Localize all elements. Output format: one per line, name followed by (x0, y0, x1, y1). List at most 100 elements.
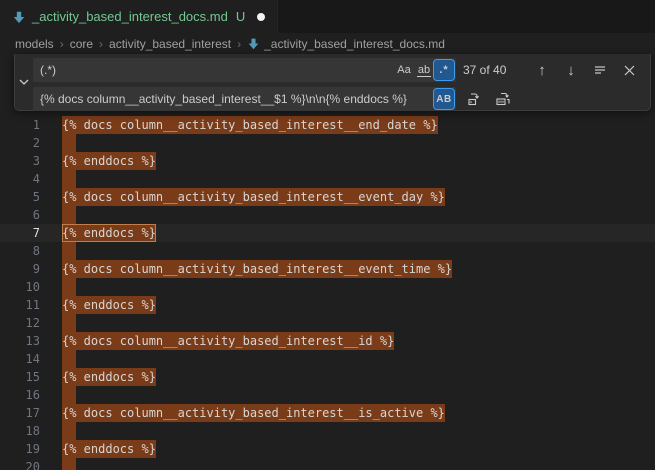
line-text[interactable]: {% enddocs %} (62, 368, 156, 386)
line-number: 10 (0, 278, 40, 296)
empty-line-match-highlight (62, 350, 76, 368)
editor-tab[interactable]: _activity_based_interest_docs.md U (0, 0, 278, 33)
find-in-selection-button[interactable] (589, 59, 611, 81)
line-text[interactable] (62, 350, 76, 368)
breadcrumb-item-models[interactable]: models (15, 37, 54, 51)
match-count: 37 of 40 (463, 63, 515, 77)
tab-bar: _activity_based_interest_docs.md U (0, 0, 655, 33)
current-find-match: {% enddocs %} (62, 224, 156, 242)
close-find-button[interactable] (618, 59, 640, 81)
editor-line[interactable]: 15 {% enddocs %} (0, 368, 655, 386)
line-number: 6 (0, 206, 40, 224)
tab-filename: _activity_based_interest_docs.md (32, 9, 228, 24)
line-text[interactable]: {% enddocs %} (62, 296, 156, 314)
line-number: 4 (0, 170, 40, 188)
replace-row: {% docs column__activity_based_interest_… (33, 87, 644, 111)
editor-line[interactable]: 5 {% docs column__activity_based_interest… (0, 188, 655, 206)
editor-line[interactable]: 11 {% enddocs %} (0, 296, 655, 314)
line-number: 15 (0, 368, 40, 386)
line-number: 14 (0, 350, 40, 368)
line-text[interactable]: {% enddocs %} (62, 224, 156, 242)
line-text[interactable]: {% enddocs %} (62, 440, 156, 458)
preserve-case-button[interactable]: AB (434, 89, 454, 109)
editor-line[interactable]: 19{% enddocs %} (0, 440, 655, 458)
replace-input[interactable]: {% docs column__activity_based_interest_… (33, 87, 456, 111)
line-text[interactable] (62, 278, 76, 296)
find-row: (.*) Aa ab .* 37 of 40 ↑ ↓ (33, 58, 644, 82)
line-number: 5 (0, 188, 40, 206)
editor-line[interactable]: 12 (0, 314, 655, 332)
line-number: 7 (0, 224, 40, 242)
line-number: 17 (0, 404, 40, 422)
next-match-button[interactable]: ↓ (560, 59, 582, 81)
breadcrumb-item-activity-based-interest[interactable]: activity_based_interest (109, 37, 231, 51)
line-text[interactable] (62, 386, 76, 404)
breadcrumb-item-core[interactable]: core (70, 37, 93, 51)
line-text[interactable] (62, 458, 76, 470)
find-match: {% enddocs %} (62, 440, 156, 458)
line-text[interactable]: {% docs column__activity_based_interest_… (62, 260, 452, 278)
whole-word-button[interactable]: ab (414, 60, 434, 80)
chevron-right-icon: › (60, 37, 64, 51)
editor-line[interactable]: 2 (0, 134, 655, 152)
empty-line-match-highlight (62, 278, 76, 296)
replace-button[interactable] (463, 88, 485, 110)
line-text[interactable] (62, 314, 76, 332)
editor-line[interactable]: 18 (0, 422, 655, 440)
editor: (.*) Aa ab .* 37 of 40 ↑ ↓ (0, 54, 655, 470)
line-text[interactable]: {% docs column__activity_based_interest_… (62, 332, 394, 350)
line-text[interactable] (62, 206, 76, 224)
line-number: 12 (0, 314, 40, 332)
unsaved-changes-dot[interactable] (257, 13, 265, 21)
editor-line[interactable]: 13{% docs column__activity_based_interes… (0, 332, 655, 350)
find-match: {% enddocs %} (62, 368, 156, 386)
previous-match-button[interactable]: ↑ (531, 59, 553, 81)
find-match: {% enddocs %} (62, 152, 156, 170)
line-text[interactable]: {% docs column__activity_based_interest_… (62, 404, 445, 422)
editor-line[interactable]: 9 {% docs column__activity_based_interest… (0, 260, 655, 278)
line-text[interactable]: {% enddocs %} (62, 152, 156, 170)
line-number: 11 (0, 296, 40, 314)
editor-line[interactable]: 7 {% enddocs %} (0, 224, 655, 242)
line-number: 3 (0, 152, 40, 170)
selection-icon (593, 63, 607, 77)
editor-line[interactable]: 20 (0, 458, 655, 470)
replace-all-button[interactable] (492, 88, 514, 110)
code-area[interactable]: 1{% docs column__activity_based_interest… (0, 116, 655, 470)
line-number: 18 (0, 422, 40, 440)
editor-line[interactable]: 16 (0, 386, 655, 404)
find-match: {% docs column__activity_based_interest_… (62, 116, 438, 134)
toggle-replace-button[interactable] (15, 54, 33, 110)
editor-line[interactable]: 3 {% enddocs %} (0, 152, 655, 170)
editor-line[interactable]: 6 (0, 206, 655, 224)
editor-line[interactable]: 4 (0, 170, 655, 188)
breadcrumb-item-file[interactable]: _activity_based_interest_docs.md (247, 37, 445, 51)
editor-line[interactable]: 17 {% docs column__activity_based_interes… (0, 404, 655, 422)
git-status-badge: U (236, 9, 245, 24)
line-text[interactable] (62, 242, 76, 260)
markdown-file-icon (12, 10, 26, 24)
editor-line[interactable]: 1{% docs column__activity_based_interest… (0, 116, 655, 134)
line-text[interactable]: {% docs column__activity_based_interest_… (62, 116, 438, 134)
find-match: {% docs column__activity_based_interest_… (62, 260, 452, 278)
chevron-right-icon: › (237, 37, 241, 51)
line-number: 20 (0, 458, 40, 470)
match-case-button[interactable]: Aa (394, 60, 414, 80)
line-number: 9 (0, 260, 40, 278)
line-text[interactable]: {% docs column__activity_based_interest_… (62, 188, 445, 206)
editor-line[interactable]: 10 (0, 278, 655, 296)
editor-line[interactable]: 8 (0, 242, 655, 260)
line-text[interactable] (62, 170, 76, 188)
regex-button[interactable]: .* (434, 60, 454, 80)
find-match: {% docs column__activity_based_interest_… (62, 188, 445, 206)
empty-line-match-highlight (62, 134, 76, 152)
empty-line-match-highlight (62, 458, 76, 470)
empty-line-match-highlight (62, 422, 76, 440)
find-query: (.*) (40, 63, 394, 77)
line-text[interactable] (62, 134, 76, 152)
find-input[interactable]: (.*) Aa ab .* (33, 58, 456, 82)
editor-line[interactable]: 14 (0, 350, 655, 368)
line-text[interactable] (62, 422, 76, 440)
empty-line-match-highlight (62, 386, 76, 404)
find-match: {% docs column__activity_based_interest_… (62, 332, 394, 350)
